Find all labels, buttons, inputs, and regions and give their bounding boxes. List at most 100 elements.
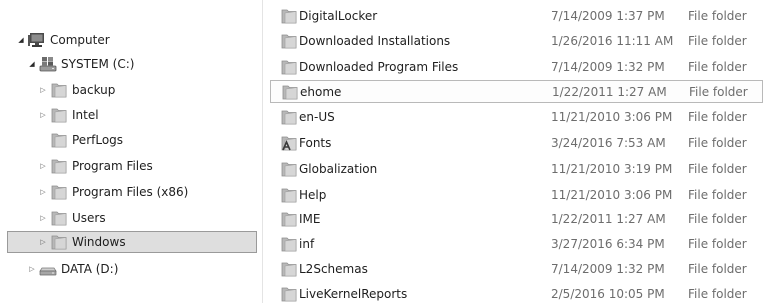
computer-icon — [28, 33, 44, 47]
collapsed-arrow-icon[interactable]: ▷ — [27, 264, 37, 274]
folder-icon — [281, 188, 297, 203]
expanded-arrow-icon[interactable]: ◢ — [16, 35, 26, 45]
nav-item-backup[interactable]: ▷ backup — [0, 79, 258, 101]
file-type: File folder — [688, 136, 747, 150]
file-date-modified: 1/22/2011 1:27 AM — [552, 85, 667, 99]
nav-item-program-files-x86[interactable]: ▷ Program Files (x86) — [0, 181, 258, 203]
nav-item-windows[interactable]: ▷ Windows — [7, 231, 257, 253]
nav-item-label: backup — [72, 83, 116, 97]
file-date-modified: 11/21/2010 3:06 PM — [551, 110, 673, 124]
file-row[interactable]: ehome 1/22/2011 1:27 AM File folder — [270, 80, 763, 103]
nav-item-system-drive[interactable]: ◢ SYSTEM (C:) — [0, 53, 258, 75]
collapsed-arrow-icon[interactable]: ▷ — [38, 237, 48, 247]
file-date-modified: 2/5/2016 10:05 PM — [551, 287, 665, 301]
folder-icon — [51, 159, 67, 174]
file-row[interactable]: L2Schemas 7/14/2009 1:32 PM File folder — [270, 258, 763, 281]
file-type: File folder — [688, 212, 747, 226]
nav-item-intel[interactable]: ▷ Intel — [0, 104, 258, 126]
folder-icon — [281, 237, 297, 252]
folder-icon — [51, 83, 67, 98]
file-name: ehome — [300, 85, 342, 99]
nav-item-program-files[interactable]: ▷ Program Files — [0, 155, 258, 177]
file-date-modified: 11/21/2010 3:19 PM — [551, 162, 673, 176]
folder-icon — [281, 60, 297, 75]
file-name: Downloaded Program Files — [299, 60, 459, 74]
file-row[interactable]: Globalization 11/21/2010 3:19 PM File fo… — [270, 158, 763, 181]
nav-item-computer[interactable]: ◢ Computer — [0, 29, 258, 51]
file-name: L2Schemas — [299, 262, 368, 276]
file-name: Fonts — [299, 136, 332, 150]
file-type: File folder — [688, 9, 747, 23]
file-name: LiveKernelReports — [299, 287, 408, 301]
file-row[interactable]: en-US 11/21/2010 3:06 PM File folder — [270, 106, 763, 129]
file-row[interactable]: Fonts 3/24/2016 7:53 AM File folder — [270, 132, 763, 155]
nav-item-label: SYSTEM (C:) — [61, 57, 135, 71]
file-type: File folder — [688, 34, 747, 48]
file-name: DigitalLocker — [299, 9, 378, 23]
folder-icon — [51, 235, 67, 250]
nav-item-label: Intel — [72, 108, 99, 122]
file-row[interactable]: Help 11/21/2010 3:06 PM File folder — [270, 184, 763, 207]
collapsed-arrow-icon[interactable]: ▷ — [38, 85, 48, 95]
file-date-modified: 11/21/2010 3:06 PM — [551, 188, 673, 202]
file-type: File folder — [688, 287, 747, 301]
file-row[interactable]: Downloaded Program Files 7/14/2009 1:32 … — [270, 56, 763, 79]
file-list: DigitalLocker 7/14/2009 1:37 PM File fol… — [262, 0, 767, 303]
file-type: File folder — [689, 85, 748, 99]
nav-item-label: Users — [72, 211, 106, 225]
file-date-modified: 7/14/2009 1:37 PM — [551, 9, 665, 23]
nav-item-label: DATA (D:) — [61, 262, 119, 276]
file-date-modified: 3/27/2016 6:34 PM — [551, 237, 665, 251]
file-row[interactable]: DigitalLocker 7/14/2009 1:37 PM File fol… — [270, 5, 763, 28]
system-drive-icon — [39, 57, 57, 72]
collapsed-arrow-icon[interactable]: ▷ — [38, 161, 48, 171]
folder-icon — [281, 162, 297, 177]
folder-icon — [281, 34, 297, 49]
file-name: Help — [299, 188, 327, 202]
file-name: inf — [299, 237, 315, 251]
file-type: File folder — [688, 188, 747, 202]
folder-icon — [51, 185, 67, 200]
file-name: Downloaded Installations — [299, 34, 451, 48]
file-date-modified: 3/24/2016 7:53 AM — [551, 136, 666, 150]
file-type: File folder — [688, 110, 747, 124]
collapsed-arrow-icon[interactable]: ▷ — [38, 110, 48, 120]
drive-icon — [39, 267, 57, 276]
folder-icon — [281, 287, 297, 302]
file-date-modified: 1/22/2011 1:27 AM — [551, 212, 666, 226]
file-date-modified: 1/26/2016 11:11 AM — [551, 34, 674, 48]
nav-item-label: Program Files (x86) — [72, 185, 189, 199]
expanded-arrow-icon[interactable]: ◢ — [27, 59, 37, 69]
file-type: File folder — [688, 237, 747, 251]
collapsed-arrow-icon[interactable]: ▷ — [38, 213, 48, 223]
nav-item-data-drive[interactable]: ▷ DATA (D:) — [0, 258, 258, 280]
nav-item-label: Computer — [50, 33, 110, 47]
file-date-modified: 7/14/2009 1:32 PM — [551, 60, 665, 74]
folder-icon — [51, 133, 67, 148]
folder-icon — [281, 9, 297, 24]
file-name: IME — [299, 212, 321, 226]
folder-icon — [281, 212, 297, 227]
file-type: File folder — [688, 60, 747, 74]
navigation-pane: ◢ Computer ◢ SYSTEM (C:) ▷ backup ▷ Inte… — [0, 0, 263, 303]
nav-item-label: PerfLogs — [72, 133, 124, 147]
file-type: File folder — [688, 162, 747, 176]
nav-item-label: Program Files — [72, 159, 153, 173]
file-name: Globalization — [299, 162, 378, 176]
collapsed-arrow-icon[interactable]: ▷ — [38, 187, 48, 197]
file-row[interactable]: Downloaded Installations 1/26/2016 11:11… — [270, 30, 763, 53]
nav-item-users[interactable]: ▷ Users — [0, 207, 258, 229]
folder-icon — [282, 85, 298, 100]
folder-icon — [281, 110, 297, 125]
file-row[interactable]: inf 3/27/2016 6:34 PM File folder — [270, 233, 763, 256]
file-type: File folder — [688, 262, 747, 276]
file-name: en-US — [299, 110, 335, 124]
folder-icon — [51, 211, 67, 226]
folder-icon — [281, 262, 297, 277]
file-row[interactable]: IME 1/22/2011 1:27 AM File folder — [270, 208, 763, 231]
nav-item-perflogs[interactable]: PerfLogs — [0, 129, 258, 151]
fonts-folder-icon — [281, 136, 297, 151]
folder-icon — [51, 108, 67, 123]
file-date-modified: 7/14/2009 1:32 PM — [551, 262, 665, 276]
nav-item-label: Windows — [72, 235, 126, 249]
